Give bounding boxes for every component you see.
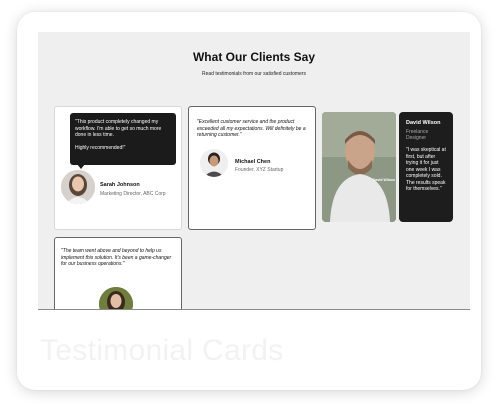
divider	[38, 309, 470, 310]
testimonial-card-michael: "Excellent customer service and the prod…	[188, 106, 316, 230]
quote-text-end: Highly recommended!"	[75, 144, 126, 151]
testimonial-card-david: David Wilson Freelance Designer "I was s…	[399, 112, 453, 222]
testimonial-card-team: "The team went above and beyond to help …	[54, 237, 182, 309]
page-title: What Our Clients Say	[192, 50, 316, 64]
avatar	[99, 287, 133, 309]
quote-bubble: "This product completely changed my work…	[70, 113, 176, 165]
client-name: Sarah Johnson	[100, 182, 140, 188]
avatar	[200, 149, 228, 177]
client-role: Marketing Director, ABC Corp	[100, 191, 166, 197]
photo-caption: David Wilson	[373, 178, 395, 182]
client-role: Founder, XYZ Startup	[235, 167, 284, 173]
avatar	[61, 170, 95, 204]
client-name: Michael Chen	[235, 159, 271, 165]
client-name: David Wilson	[406, 120, 441, 126]
quote-text: "Excellent customer service and the prod…	[197, 119, 306, 138]
bubble-tail	[77, 164, 85, 169]
quote-text: "This product completely changed my work…	[75, 119, 162, 138]
quote-text: "I was skeptical at first, but after try…	[406, 147, 446, 192]
watermark-title: Testimonial Cards	[40, 334, 284, 367]
client-role: Freelance Designer	[406, 129, 429, 141]
preview-area: What Our Clients Say Read testimonials f…	[38, 32, 470, 309]
client-photo-david: David Wilson	[322, 112, 396, 222]
testimonial-card-sarah: "This product completely changed my work…	[54, 106, 182, 230]
quote-text: "The team went above and beyond to help …	[61, 248, 172, 267]
page-subtitle: Read testimonials from our satisfied cus…	[202, 71, 306, 77]
